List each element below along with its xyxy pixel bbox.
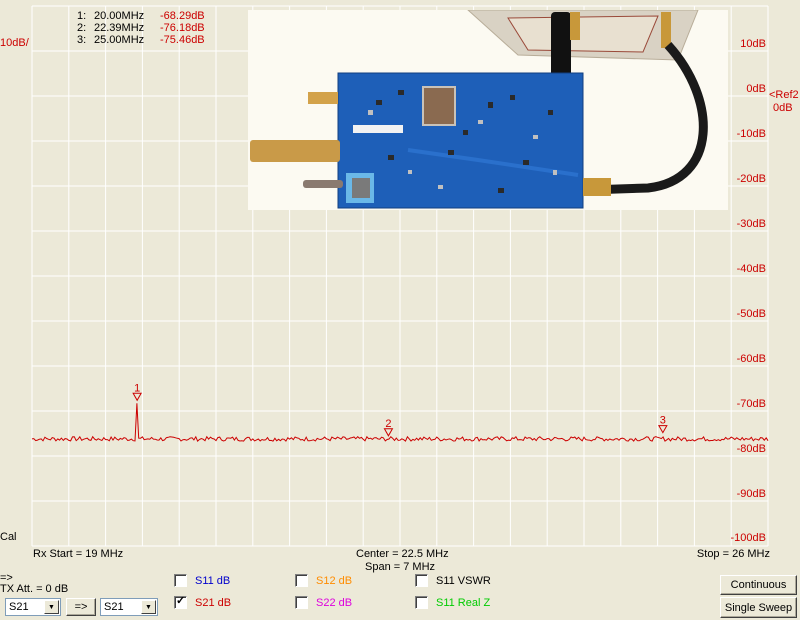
coax-cable (587, 41, 708, 195)
marker-1-freq: 20.00MHz (94, 10, 145, 22)
marker-2-index: 2: (77, 22, 87, 34)
sma-connector (308, 92, 338, 104)
checkbox-label: S11 Real Z (436, 596, 491, 609)
sma-connector (570, 12, 580, 40)
checkbox-box[interactable] (415, 596, 428, 609)
y-tick-label: -60dB (736, 353, 766, 365)
ref-value: 0dB (773, 102, 793, 114)
y-tick-label: -10dB (736, 128, 766, 140)
y-tick-label: -100dB (730, 532, 766, 544)
target-param-value: S21 (104, 601, 124, 613)
single-sweep-button[interactable]: Single Sweep (720, 597, 797, 618)
checkbox-box[interactable]: ✓ (174, 595, 187, 609)
checkbox-label: S11 dB (195, 574, 231, 587)
checkbox-s12-db[interactable]: S12 dB (295, 574, 352, 587)
center-freq-label: Center = 22.5 MHz (356, 548, 449, 560)
embedded-photo (248, 10, 728, 210)
marker-2-freq: 22.39MHz (94, 22, 145, 34)
checkbox-label: S11 VSWR (436, 574, 491, 587)
checkbox-s11-real-z[interactable]: S11 Real Z (415, 596, 490, 609)
continuous-button[interactable]: Continuous (720, 575, 797, 595)
sma-connector (583, 178, 611, 196)
marker-triangle (657, 425, 668, 434)
scale-label: 10dB/ (0, 37, 29, 49)
checkbox-box[interactable] (174, 574, 187, 587)
checkbox-box[interactable] (415, 574, 428, 587)
marker-label: 2 (385, 418, 391, 430)
photo-illustration (250, 10, 708, 209)
tx-att-label: TX Att. = 0 dB (0, 583, 69, 595)
usb-cable (551, 12, 571, 80)
toggle-lever (303, 180, 343, 188)
marker-label: 3 (660, 415, 666, 427)
checkbox-label: S21 dB (195, 596, 232, 609)
sma-adapter (250, 140, 340, 162)
copy-param-button[interactable]: => (66, 598, 96, 616)
marker-2-level: -76.18dB (160, 22, 205, 34)
y-tick-label: -50dB (736, 308, 766, 320)
marker-triangle (383, 428, 394, 437)
span-label: Span = 7 MHz (365, 561, 436, 573)
checkbox-label: S12 dB (316, 574, 353, 587)
crystal-can (422, 86, 456, 126)
y-tick-label: 10dB (740, 38, 766, 50)
checkbox-s21-db[interactable]: ✓ S21 dB (174, 595, 232, 609)
source-param-select[interactable]: S21 ▼ (5, 598, 61, 616)
start-freq-label: Rx Start = 19 MHz (33, 548, 124, 560)
stop-freq-label: Stop = 26 MHz (696, 548, 770, 560)
y-tick-label: -70dB (736, 398, 766, 410)
dropdown-arrow-icon[interactable]: ▼ (44, 600, 59, 614)
marker-3-level: -75.46dB (160, 34, 205, 46)
checkbox-s22-db[interactable]: S22 dB (295, 596, 352, 609)
marker-3-index: 3: (77, 34, 87, 46)
y-tick-label: -20dB (736, 173, 766, 185)
marker-label: 1 (134, 382, 140, 394)
marker-3-freq: 25.00MHz (94, 34, 145, 46)
y-tick-label: -80dB (736, 443, 766, 455)
cal-label: Cal (0, 531, 17, 543)
pcb-board (337, 72, 584, 209)
source-param-value: S21 (9, 601, 29, 613)
marker-1-index: 1: (77, 10, 87, 22)
checkbox-label: S22 dB (316, 596, 353, 609)
plot-area: 1 2 3 10dB/ 1: 20.00MHz -68.29dB 2: 22.39M… (0, 0, 800, 560)
checkbox-s11-vswr[interactable]: S11 VSWR (415, 574, 491, 587)
analyzer-label-panel (507, 15, 659, 53)
checkbox-s11-db[interactable]: S11 dB (174, 574, 230, 587)
marker-1-level: -68.29dB (160, 10, 205, 22)
checkbox-box[interactable] (295, 574, 308, 587)
checkbox-box[interactable] (295, 596, 308, 609)
check-mark-icon: ✓ (176, 595, 186, 607)
marker-triangle (132, 392, 143, 402)
y-tick-label: -40dB (736, 263, 766, 275)
y-tick-label: -90dB (736, 488, 766, 500)
target-param-select[interactable]: S21 ▼ (100, 598, 158, 616)
y-tick-label: 0dB (746, 83, 766, 95)
ref-label: <Ref2 (769, 89, 799, 101)
y-tick-label: -30dB (736, 218, 766, 230)
sma-connector (661, 12, 671, 48)
dropdown-arrow-icon[interactable]: ▼ (141, 600, 156, 614)
